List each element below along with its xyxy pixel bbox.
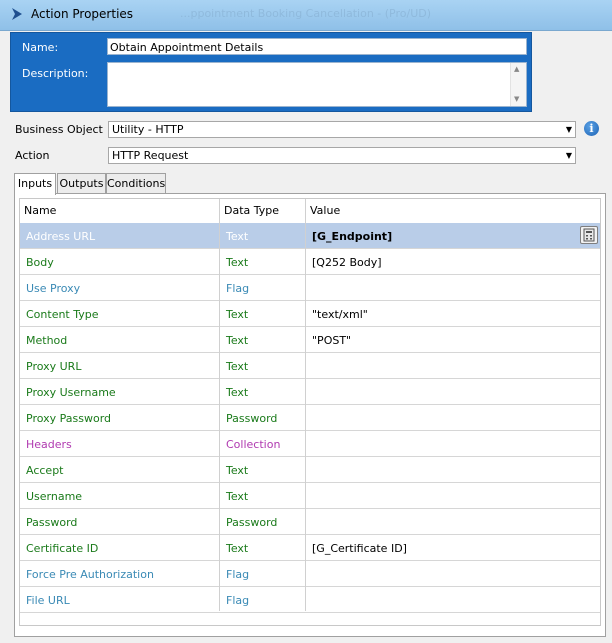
column-header-name[interactable]: Name	[24, 204, 56, 217]
table-row[interactable]: Body Text [Q252 Body]	[20, 249, 600, 275]
row-name: File URL	[26, 594, 70, 607]
row-data-type: Text	[226, 386, 249, 399]
row-value[interactable]: [G_Endpoint]	[312, 230, 392, 243]
row-data-type: Text	[226, 490, 249, 503]
tab-inputs[interactable]: Inputs	[14, 173, 56, 195]
description-scrollbar[interactable]: ▲ ▼	[510, 63, 526, 106]
row-name: Force Pre Authorization	[26, 568, 154, 581]
business-object-select[interactable]: Utility - HTTP ▼	[108, 121, 576, 138]
column-header-value[interactable]: Value	[310, 204, 340, 217]
row-data-type: Password	[226, 412, 278, 425]
row-data-type: Text	[226, 256, 249, 269]
column-divider	[219, 199, 220, 611]
row-value[interactable]: "text/xml"	[312, 308, 368, 321]
table-row[interactable]: Proxy Password Password	[20, 405, 600, 431]
row-name: Proxy URL	[26, 360, 82, 373]
row-data-type: Text	[226, 334, 249, 347]
description-input[interactable]: ▲ ▼	[107, 62, 527, 107]
inputs-grid: Name Data Type Value Address URL Text [G_E…	[19, 198, 601, 626]
column-header-data-type[interactable]: Data Type	[224, 204, 279, 217]
row-name: Accept	[26, 464, 64, 477]
row-name: Certificate ID	[26, 542, 99, 555]
row-name: Headers	[26, 438, 72, 451]
action-select[interactable]: HTTP Request ▼	[108, 147, 576, 164]
table-row[interactable]: Content Type Text "text/xml"	[20, 301, 600, 327]
table-row[interactable]: Accept Text	[20, 457, 600, 483]
row-data-type: Text	[226, 360, 249, 373]
table-row[interactable]: Method Text "POST"	[20, 327, 600, 353]
row-data-type: Password	[226, 516, 278, 529]
table-row[interactable]: Address URL Text [G_Endpoint]	[20, 223, 600, 249]
table-row[interactable]: Headers Collection	[20, 431, 600, 457]
header-panel: Name: Obtain Appointment Details Descrip…	[10, 32, 532, 112]
tab-conditions[interactable]: Conditions	[106, 173, 166, 193]
table-row[interactable]: Password Password	[20, 509, 600, 535]
row-data-type: Text	[226, 308, 249, 321]
description-label: Description:	[22, 67, 89, 80]
title-bar: Action Properties ...ppointment Booking …	[0, 0, 612, 31]
business-object-label: Business Object	[15, 123, 103, 136]
grid-header: Name Data Type Value	[20, 199, 600, 224]
chevron-down-icon[interactable]: ▼	[566, 122, 572, 137]
action-value: HTTP Request	[112, 149, 189, 162]
row-name: Body	[26, 256, 54, 269]
table-row[interactable]: Use Proxy Flag	[20, 275, 600, 301]
expression-editor-icon[interactable]	[580, 226, 598, 244]
name-input[interactable]: Obtain Appointment Details	[107, 38, 527, 55]
table-row[interactable]: Proxy URL Text	[20, 353, 600, 379]
row-data-type: Flag	[226, 282, 250, 295]
scroll-up-icon[interactable]: ▲	[514, 65, 519, 73]
row-name: Use Proxy	[26, 282, 81, 295]
row-data-type: Text	[226, 542, 249, 555]
table-row[interactable]: File URL Flag	[20, 587, 600, 613]
table-row[interactable]: Force Pre Authorization Flag	[20, 561, 600, 587]
row-name: Address URL	[26, 230, 96, 243]
row-value[interactable]: "POST"	[312, 334, 351, 347]
tab-outputs[interactable]: Outputs	[57, 173, 106, 193]
info-icon[interactable]: i	[584, 121, 599, 136]
row-data-type: Flag	[226, 594, 250, 607]
window-title: Action Properties	[31, 7, 134, 21]
background-window-title: ...ppointment Booking Cancellation - (Pr…	[180, 7, 432, 20]
chevron-down-icon[interactable]: ▼	[566, 148, 572, 163]
business-object-value: Utility - HTTP	[112, 123, 184, 136]
name-label: Name:	[22, 41, 59, 54]
row-name: Method	[26, 334, 68, 347]
row-data-type: Text	[226, 230, 249, 243]
row-name: Username	[26, 490, 83, 503]
scroll-down-icon[interactable]: ▼	[514, 95, 519, 103]
column-divider	[305, 199, 306, 611]
table-row[interactable]: Certificate ID Text [G_Certificate ID]	[20, 535, 600, 561]
row-name: Content Type	[26, 308, 99, 321]
row-name: Proxy Username	[26, 386, 116, 399]
row-data-type: Flag	[226, 568, 250, 581]
row-value[interactable]: [Q252 Body]	[312, 256, 382, 269]
row-value[interactable]: [G_Certificate ID]	[312, 542, 407, 555]
table-row[interactable]: Username Text	[20, 483, 600, 509]
table-row[interactable]: Proxy Username Text	[20, 379, 600, 405]
inputs-tab-panel: Name Data Type Value Address URL Text [G_E…	[14, 193, 606, 637]
row-name: Proxy Password	[26, 412, 112, 425]
app-icon	[12, 8, 22, 20]
action-label: Action	[15, 149, 50, 162]
row-name: Password	[26, 516, 78, 529]
row-data-type: Text	[226, 464, 249, 477]
row-data-type: Collection	[226, 438, 281, 451]
